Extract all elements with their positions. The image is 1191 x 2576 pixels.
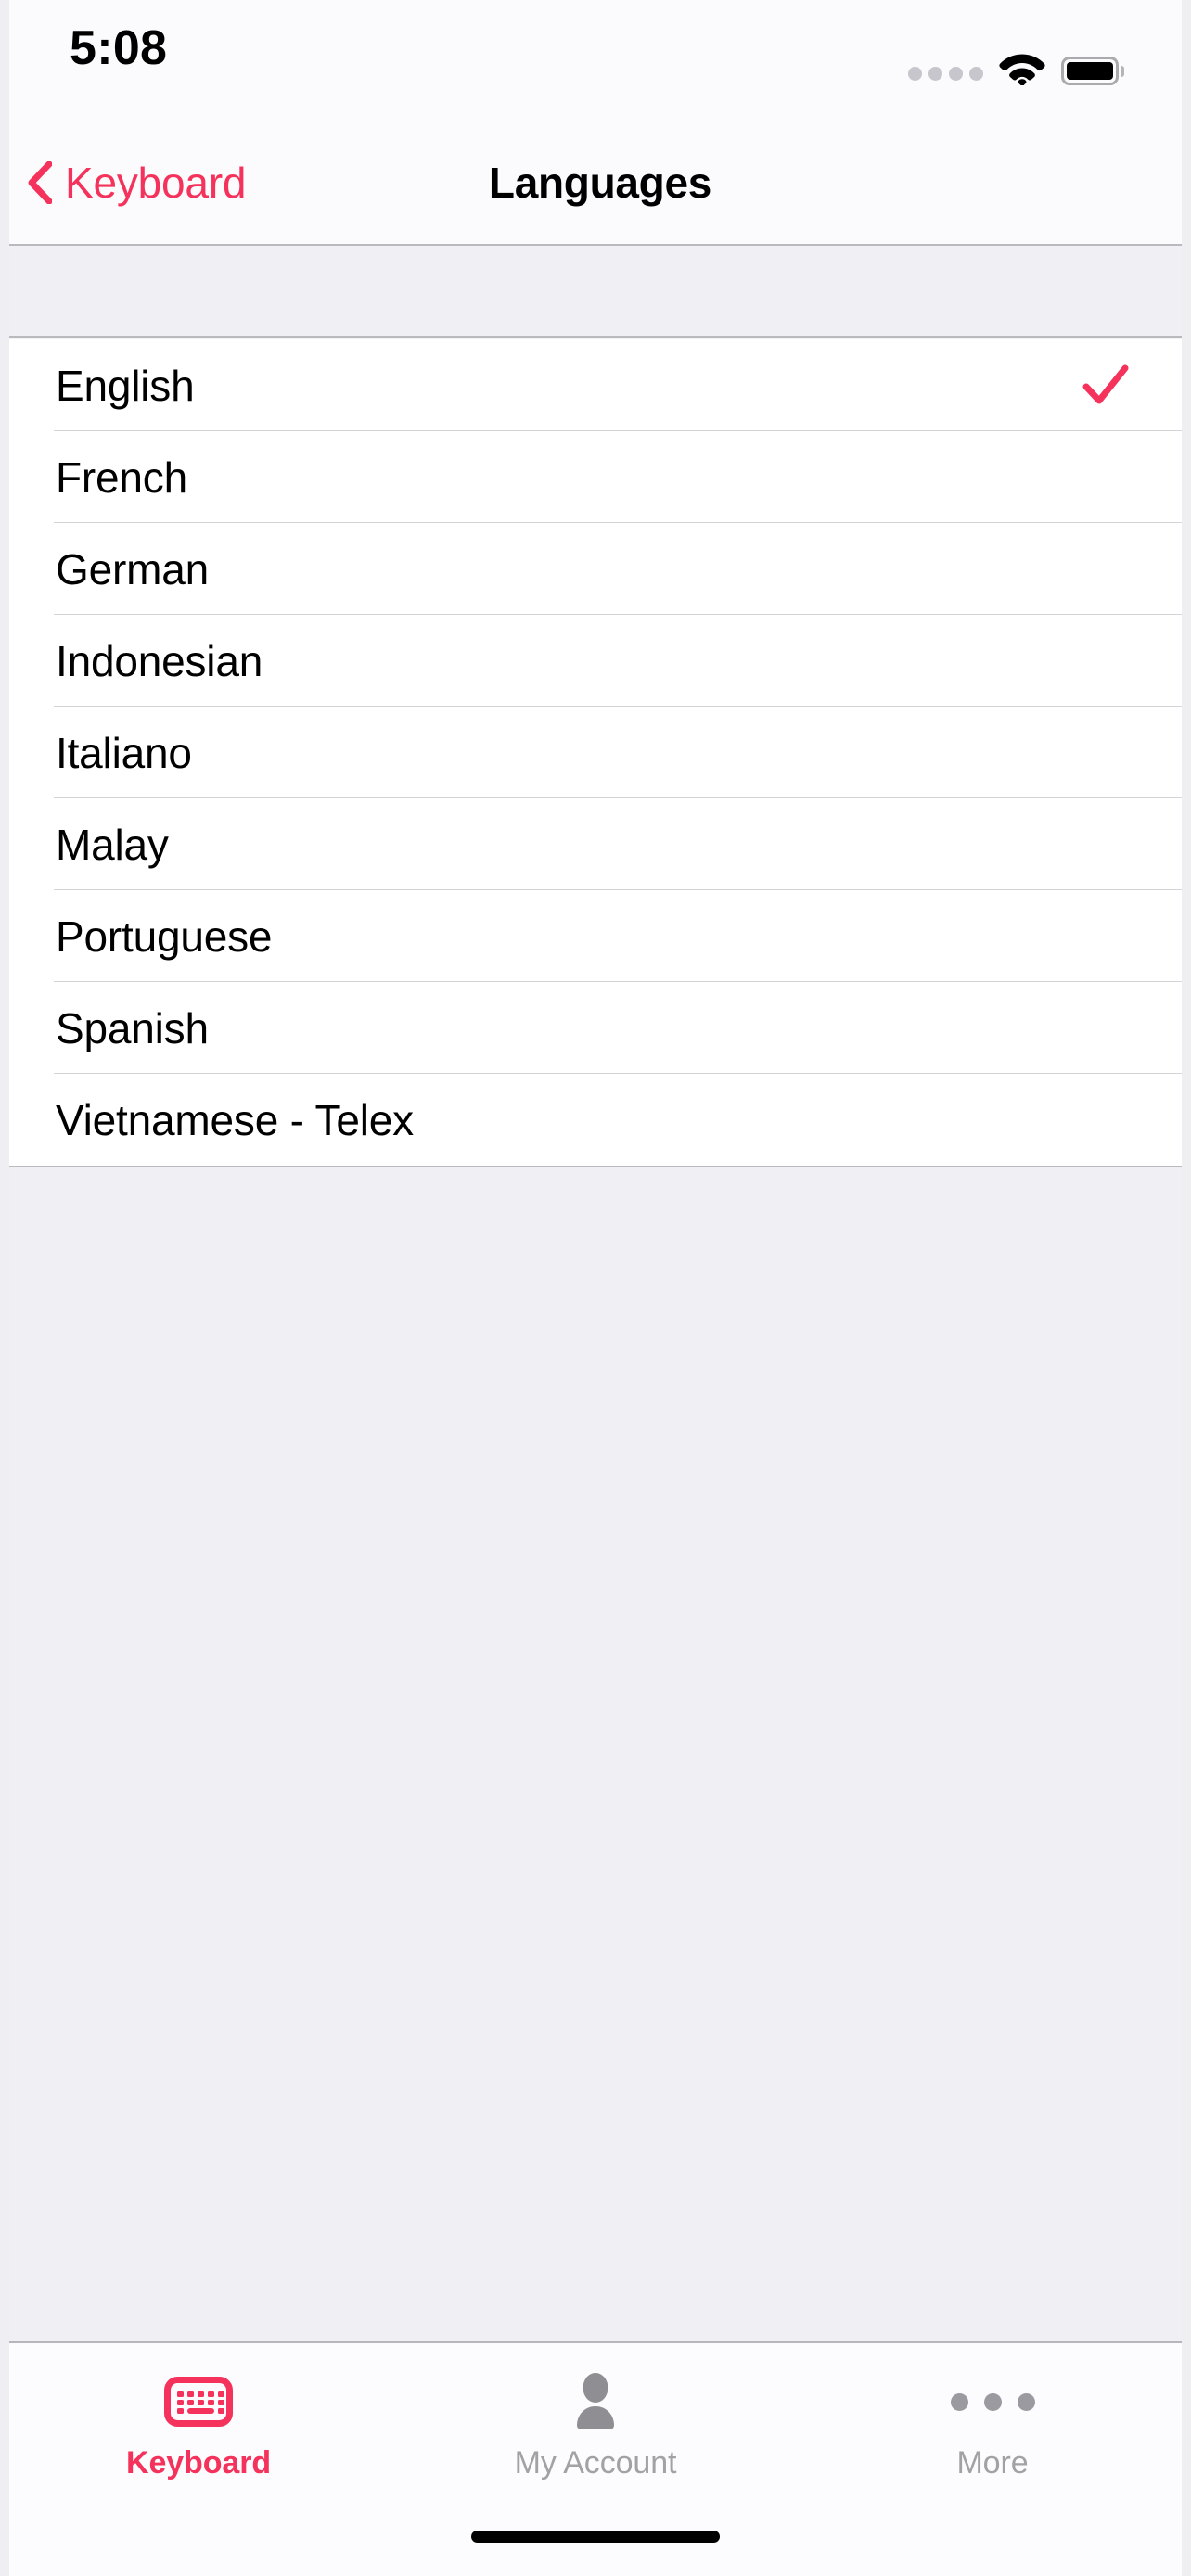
person-icon-box	[569, 2369, 622, 2434]
language-row[interactable]: Portuguese	[0, 890, 1191, 982]
header: 5:08 Keyboard Languages	[0, 0, 1191, 246]
tab-my-account-label: My Account	[514, 2445, 677, 2480]
tab-my-account[interactable]: My Account	[397, 2369, 794, 2479]
language-row-label: English	[56, 361, 195, 410]
wifi-icon	[999, 54, 1045, 85]
tab-keyboard[interactable]: Keyboard	[0, 2369, 397, 2479]
language-row-label: Spanish	[56, 1003, 209, 1052]
navigation-bar: Keyboard Languages	[0, 121, 1191, 244]
phone-screen: 5:08 Keyboard Languages English French G…	[0, 0, 1191, 2576]
language-row[interactable]: Italiano	[0, 707, 1191, 798]
language-row[interactable]: French	[0, 431, 1191, 523]
keyboard-icon	[164, 2377, 233, 2427]
language-row[interactable]: Vietnamese - Telex	[0, 1074, 1191, 1166]
home-indicator	[471, 2531, 720, 2543]
list-section-header	[0, 246, 1191, 338]
language-row-label: Italiano	[56, 728, 192, 777]
language-row-label: Portuguese	[56, 912, 273, 961]
tab-more[interactable]: More	[794, 2369, 1191, 2479]
cellular-dots-icon	[908, 67, 983, 85]
status-bar-clock: 5:08	[70, 21, 168, 75]
language-row-label: Malay	[56, 820, 169, 869]
language-list: English French German Indonesian Italiano Mal…	[0, 339, 1191, 1167]
language-row-label: German	[56, 544, 209, 593]
empty-content-area	[0, 1167, 1191, 2341]
status-bar: 5:08	[0, 0, 1191, 121]
language-row[interactable]: Malay	[0, 798, 1191, 890]
language-row-label: French	[56, 453, 187, 502]
page-title: Languages	[488, 158, 712, 207]
language-row[interactable]: English	[0, 339, 1191, 431]
ellipsis-icon	[950, 2369, 1035, 2434]
checkmark-icon	[1082, 364, 1129, 403]
language-row[interactable]: Indonesian	[0, 615, 1191, 707]
person-icon	[577, 2373, 614, 2429]
status-bar-indicators	[908, 43, 1124, 85]
tab-more-label: More	[956, 2445, 1029, 2480]
language-row[interactable]: Spanish	[0, 982, 1191, 1074]
ellipsis-icon-box	[950, 2369, 1035, 2434]
language-row[interactable]: German	[0, 523, 1191, 615]
language-row-label: Indonesian	[56, 636, 263, 685]
tab-keyboard-label: Keyboard	[125, 2445, 272, 2480]
keyboard-icon-box	[164, 2369, 233, 2434]
battery-full-icon	[1061, 57, 1124, 85]
language-row-label: Vietnamese - Telex	[56, 1095, 414, 1144]
